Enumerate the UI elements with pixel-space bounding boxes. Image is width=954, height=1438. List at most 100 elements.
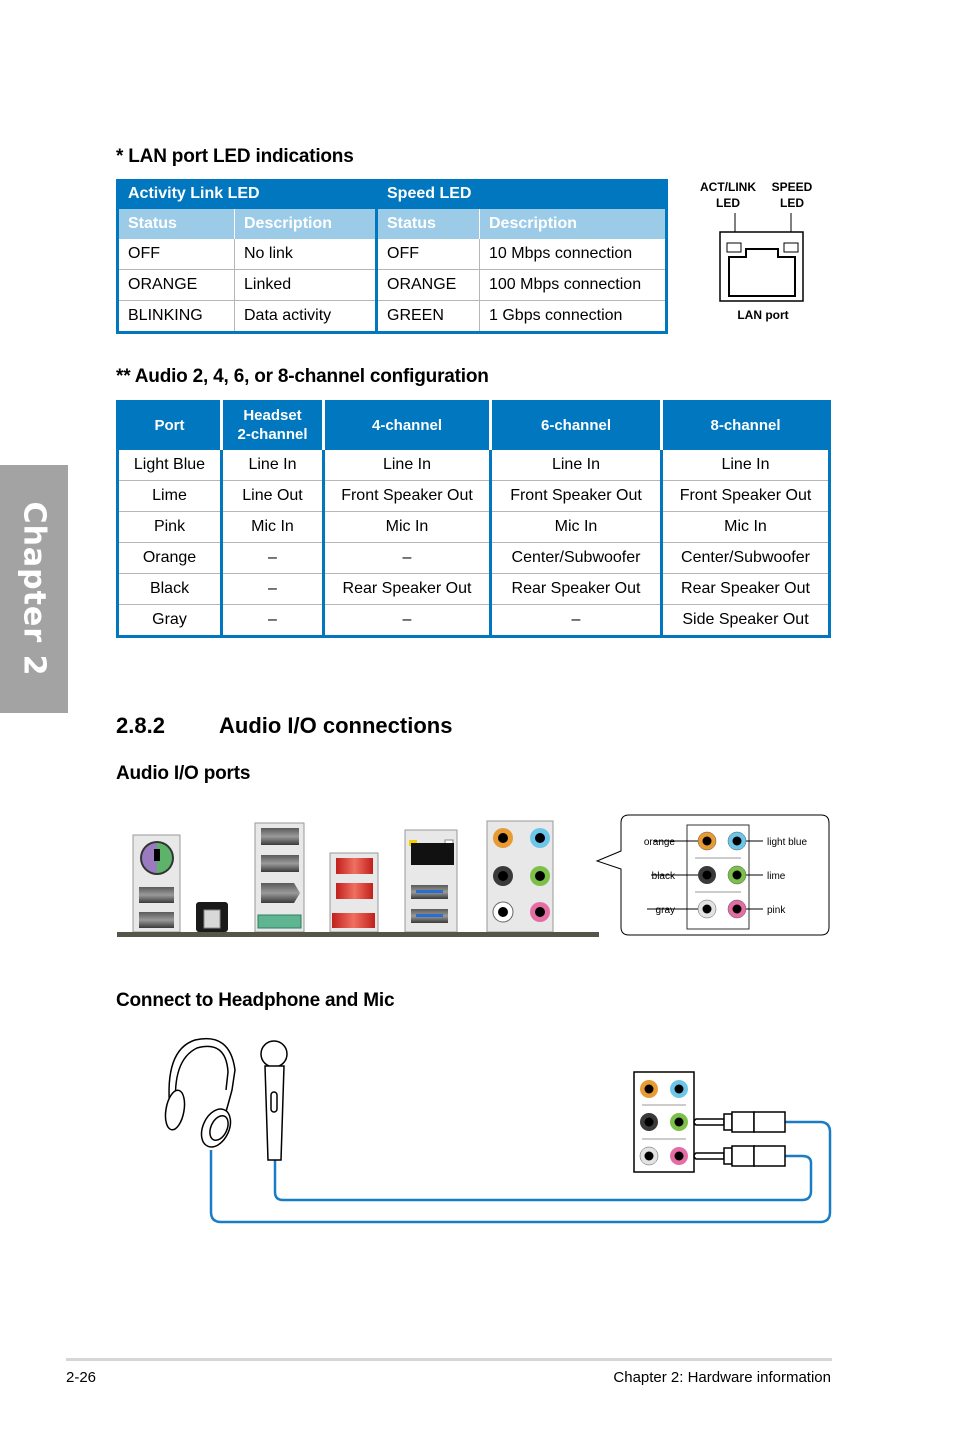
table-cell: ORANGE [376,269,480,301]
table-cell: OFF [117,239,235,270]
header-headset-line2: 2-channel [237,426,308,443]
table-cell: Mic In [221,511,325,543]
callout-label-lime: lime [767,871,786,882]
table-cell: Rear Speaker Out [490,573,663,605]
audio-jack-block [486,820,554,933]
table-cell: Center/Subwoofer [661,542,830,574]
audio-section-title: ** Audio 2, 4, 6, or 8-channel configura… [116,366,489,387]
table-cell: – [323,604,492,637]
header-headset: Headset 2-channel [221,400,325,450]
table-cell: Mic In [323,511,492,543]
table-row: ORANGE Linked ORANGE 100 Mbps connection [117,269,667,301]
headphone-plug [693,1111,786,1133]
table-cell: Gray [117,604,223,637]
ps2-usb-port-block [132,834,181,933]
audio-jack-callout: orange light blue black lime gray pink [595,814,830,936]
header-port: Port [117,400,223,450]
table-cell: Lime [117,480,223,512]
table-cell: Black [117,573,223,605]
motherboard-edge [117,932,599,937]
callout-label-pink: pink [767,905,786,916]
table-cell: 10 Mbps connection [479,239,667,270]
page-number: 2-26 [66,1369,97,1386]
table-sub-header-row: Status Description Status Description [117,209,667,239]
chapter-tab: Chapter 2 [0,465,68,713]
table-cell: 1 Gbps connection [489,307,623,324]
table-cell: Light Blue [117,450,223,481]
sub-header: Description [479,209,667,239]
table-header-row: Port Headset 2-channel 4-channel 6-channe… [117,400,830,450]
rear-io-panel-illustration [117,820,599,937]
table-row: Pink Mic In Mic In Mic In Mic In [117,511,830,543]
table-cell: Line In [221,450,325,481]
table-cell: Pink [117,511,223,543]
group-header-activity: Activity Link LED [117,179,378,209]
table-cell: GREEN [376,300,480,333]
table-cell: 100 Mbps connection [479,269,667,301]
audio-channel-table: Port Headset 2-channel 4-channel 6-channe… [116,400,831,638]
table-row: Orange – – Center/Subwoofer Center/Subwo… [117,542,830,574]
lan-port-label: LAN port [737,308,789,322]
section-title: Audio I/O connections [219,713,453,738]
table-cell: – [323,542,492,574]
table-cell: Front Speaker Out [323,480,492,512]
table-cell: Line In [661,450,830,481]
lan-port-diagram: ACT/LINK LED SPEED LED LAN port [690,175,835,330]
header-6-channel: 6-channel [490,400,663,450]
table-cell: – [221,542,325,574]
table-cell: Rear Speaker Out [661,573,830,605]
table-cell: Front Speaker Out [490,480,663,512]
table-row: BLINKING Data activity GREEN 1 Gbps conn… [117,300,667,333]
chapter-tab-label: Chapter 2 [16,501,52,677]
table-row: Gray – – – Side Speaker Out [117,604,830,637]
table-cell: Data activity [234,300,378,333]
table-row: Light Blue Line In Line In Line In Line … [117,450,830,481]
lan-usb3-port-block [404,829,458,933]
table-row: Lime Line Out Front Speaker Out Front Sp… [117,480,830,512]
table-cell: Line In [323,450,492,481]
footer-divider [66,1358,832,1361]
microphone-icon [260,1040,288,1161]
callout-label-light-blue: light blue [767,837,807,848]
lan-led-table: Activity Link LED Speed LED Status Descr… [116,179,668,334]
table-cell: – [490,604,663,637]
table-group-header-row: Activity Link LED Speed LED [117,179,667,209]
callout-label-gray: gray [656,905,675,916]
usb-esata-port-block [254,822,305,933]
audio-io-ports-heading: Audio I/O ports [116,763,251,784]
optical-spdif-port [196,902,228,932]
table-cell: Rear Speaker Out [323,573,492,605]
audio-jack-panel [633,1071,695,1173]
table-cell: OFF [376,239,480,270]
table-cell: Line In [490,450,663,481]
header-8-channel: 8-channel [661,400,830,450]
table-row: Black – Rear Speaker Out Rear Speaker Ou… [117,573,830,605]
table-cell: No link [234,239,378,270]
table-cell: Mic In [490,511,663,543]
connect-headphone-mic-heading: Connect to Headphone and Mic [116,990,395,1011]
table-cell: – [221,573,325,605]
table-cell: Front Speaker Out [661,480,830,512]
table-cell: Line Out [221,480,325,512]
table-cell: BLINKING [117,300,235,333]
headphone-mic-connection-illustration [164,1037,832,1224]
table-cell: Linked [234,269,378,301]
table-cell: Orange [117,542,223,574]
lan-section-title: * LAN port LED indications [116,146,354,167]
table-cell: – [221,604,325,637]
table-cell: Mic In [661,511,830,543]
section-number: 2.8.2 [116,713,165,738]
group-header-speed: Speed LED [376,179,667,209]
sub-header: Status [117,209,235,239]
headphones-icon [164,1037,236,1148]
header-4-channel: 4-channel [323,400,492,450]
table-row: OFF No link OFF 10 Mbps connection [117,239,667,270]
footer-chapter-title: Chapter 2: Hardware information [613,1369,831,1386]
sub-header: Status [376,209,480,239]
table-cell: Center/Subwoofer [490,542,663,574]
table-cell: ORANGE [117,269,235,301]
callout-label-black: black [652,871,676,882]
red-usb-port-block [329,852,379,933]
mic-plug [693,1145,786,1167]
sub-header: Description [234,209,378,239]
